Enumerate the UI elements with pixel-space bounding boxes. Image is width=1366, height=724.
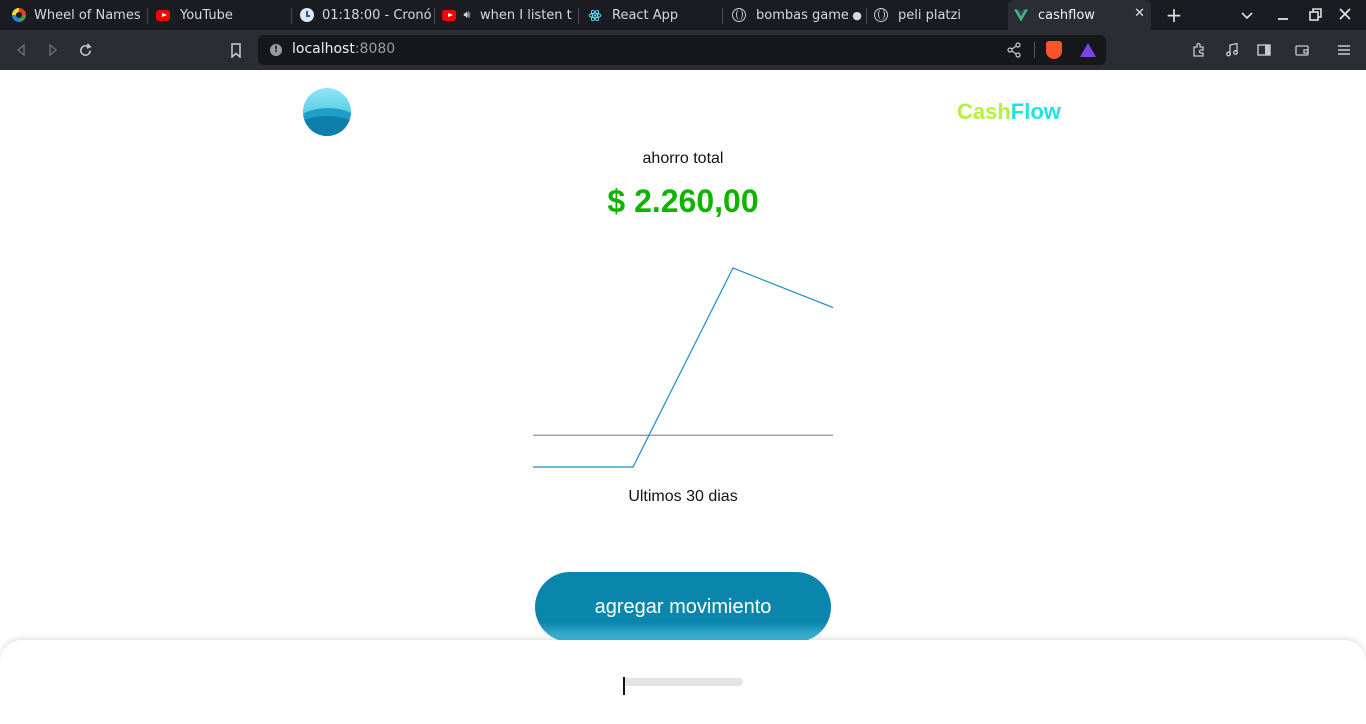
tab-cashflow[interactable]: cashflow ✕ xyxy=(1008,0,1151,30)
reload-icon[interactable] xyxy=(74,39,96,61)
share-icon[interactable] xyxy=(1006,42,1022,58)
tab-title: 01:18:00 - Cronóm xyxy=(322,7,432,23)
tab-peli-platzi[interactable]: peli platzi xyxy=(870,0,1006,30)
clock-icon xyxy=(300,8,314,22)
tab-react-app[interactable]: React App xyxy=(584,0,720,30)
total-savings-label: ahorro total xyxy=(642,150,724,167)
youtube-icon xyxy=(442,8,456,22)
chart-caption: Ultimos 30 dias xyxy=(628,488,738,505)
tab-title: Wheel of Names xyxy=(34,7,141,23)
tab-when-i-listen[interactable]: 🔊︎ when I listen t xyxy=(438,0,576,30)
youtube-icon xyxy=(156,8,170,22)
brave-shields-icon[interactable] xyxy=(1046,41,1062,59)
tab-title: YouTube xyxy=(180,7,233,23)
sheet-handle[interactable] xyxy=(623,678,743,686)
tab-list-chevron-icon[interactable] xyxy=(1238,5,1256,25)
extensions-icon[interactable] xyxy=(1188,39,1210,61)
wheel-of-names-icon xyxy=(12,8,26,22)
close-tab-icon[interactable]: ✕ xyxy=(1134,6,1145,21)
tab-title: bombas game xyxy=(756,7,848,23)
url-text[interactable]: localhost:8080 xyxy=(292,41,395,57)
tab-youtube[interactable]: YouTube xyxy=(152,0,290,30)
tab-wheel-of-names[interactable]: Wheel of Names xyxy=(8,0,146,30)
text-cursor xyxy=(623,677,625,695)
brand-title: CashFlow xyxy=(957,99,1061,125)
total-savings-amount: $ 2.260,00 xyxy=(607,183,759,219)
back-icon[interactable] xyxy=(10,39,32,61)
globe-icon xyxy=(874,8,888,22)
bookmark-icon[interactable] xyxy=(225,39,247,61)
new-tab-button[interactable]: + xyxy=(1164,4,1184,26)
app-logo xyxy=(303,88,351,136)
sidebar-icon[interactable] xyxy=(1253,39,1275,61)
browser-toolbar: ! localhost:8080 xyxy=(0,30,1366,70)
add-movement-button[interactable]: agregar movimiento xyxy=(535,572,831,642)
bomb-icon: ● xyxy=(852,8,862,22)
brand-part-flow: Flow xyxy=(1010,99,1061,124)
minimize-icon[interactable] xyxy=(1276,5,1290,25)
globe-icon xyxy=(732,8,746,22)
site-info-icon[interactable]: ! xyxy=(270,44,282,56)
tab-bombas-game[interactable]: bombas game ● xyxy=(728,0,864,30)
chart-series-line xyxy=(533,267,833,468)
savings-line-chart xyxy=(533,267,833,468)
close-window-icon[interactable] xyxy=(1338,5,1352,25)
media-icon[interactable] xyxy=(1221,39,1243,61)
menu-icon[interactable] xyxy=(1333,39,1355,61)
address-bar[interactable]: ! localhost:8080 xyxy=(258,35,1106,65)
speaker-icon[interactable]: 🔊︎ xyxy=(460,8,474,22)
tab-title: peli platzi xyxy=(898,7,961,23)
tab-title: cashflow xyxy=(1038,7,1095,23)
tab-title: when I listen t xyxy=(480,7,572,23)
vue-icon xyxy=(1014,8,1028,22)
tab-cronometro[interactable]: 01:18:00 - Cronóm xyxy=(296,0,432,30)
forward-icon[interactable] xyxy=(42,39,64,61)
movement-bottom-sheet[interactable] xyxy=(0,640,1366,724)
wallet-icon[interactable] xyxy=(1291,39,1313,61)
restore-icon[interactable] xyxy=(1308,5,1322,25)
brave-rewards-icon[interactable] xyxy=(1080,43,1096,57)
react-icon xyxy=(588,8,602,22)
brand-part-cash: Cash xyxy=(957,99,1011,124)
tab-title: React App xyxy=(612,7,679,23)
browser-tab-strip: Wheel of Names YouTube 01:18:00 - Cronóm… xyxy=(0,0,1366,30)
